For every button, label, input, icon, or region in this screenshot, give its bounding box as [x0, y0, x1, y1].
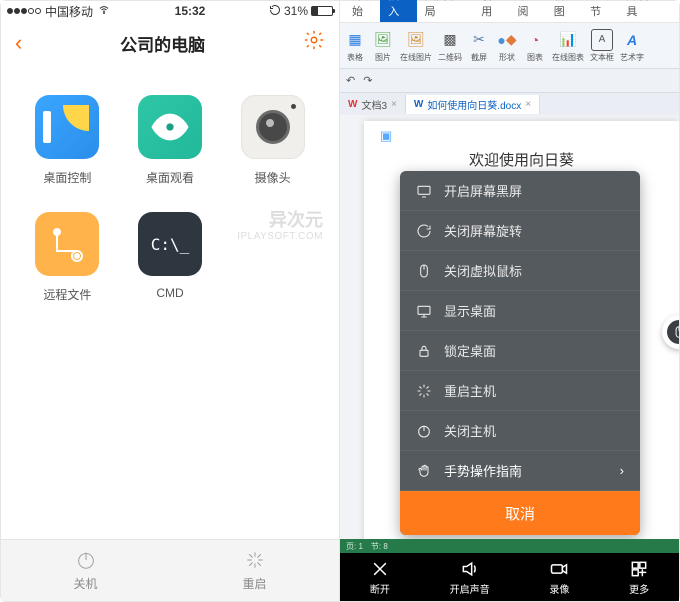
loading-icon [416, 383, 432, 399]
desktop-control-icon [35, 95, 99, 159]
menu-rotation[interactable]: 关闭屏幕旋转 [400, 211, 640, 251]
tile-camera[interactable]: 摄像头 [226, 95, 319, 186]
document-area: ▣ 欢迎使用向日葵 开启屏幕黑屏 关闭屏幕旋转 关闭虚拟鼠标 显示桌面 锁定桌面… [340, 115, 679, 539]
mouse-icon [416, 263, 432, 279]
back-button[interactable]: ‹ [15, 30, 22, 56]
quick-access-bar: ↶ ↷ [340, 69, 679, 93]
ribbon-shapes[interactable]: ●◆形状 [496, 29, 518, 63]
anchor-icon: ▣ [380, 128, 392, 143]
cmd-icon: C:\_ [138, 212, 202, 276]
word-icon: W [414, 99, 423, 110]
hand-icon [416, 463, 432, 479]
tile-remote-files[interactable]: 远程文件 [21, 212, 114, 303]
menu-lock-desktop[interactable]: 锁定桌面 [400, 331, 640, 371]
carrier-label: 中国移动 [45, 3, 93, 20]
close-icon[interactable]: × [391, 99, 397, 110]
remote-toolbar: 断开 开启声音 录像 更多 [340, 553, 679, 601]
menu-show-desktop[interactable]: 显示桌面 [400, 291, 640, 331]
ribbon-body: ▦表格 🖼图片 🖼在线图片 ▩二维码 ✂截屏 ●◆形状 ◔图表 📊在线图表 A文… [340, 23, 679, 69]
ribbon-table[interactable]: ▦表格 [344, 29, 366, 63]
ribbon-tabs: 开始 插入 页面布局 引用 审阅 视图 章节 开发工具 [340, 1, 679, 23]
remote-files-icon [35, 212, 99, 276]
rotate-icon [416, 223, 432, 239]
menu-gesture-guide[interactable]: 手势操作指南› [400, 451, 640, 491]
toolbar-audio[interactable]: 开启声音 [450, 559, 490, 596]
menu-cancel-button[interactable]: 取消 [400, 491, 640, 535]
tile-desktop-control[interactable]: 桌面控制 [21, 95, 114, 186]
ribbon-online-chart[interactable]: 📊在线图表 [552, 29, 584, 63]
battery-icon [311, 6, 333, 16]
desktop-icon [416, 303, 432, 319]
ribbon-chart[interactable]: ◔图表 [524, 29, 546, 63]
video-icon [549, 559, 569, 579]
power-icon [75, 549, 97, 571]
shutdown-tab[interactable]: 关机 [1, 540, 170, 601]
mouse-icon [672, 325, 679, 339]
power-icon [416, 423, 432, 439]
bottom-tab-bar: 关机 重启 [1, 539, 339, 601]
status-bar: 中国移动 15:32 31% [1, 1, 339, 21]
toolbar-more[interactable]: 更多 [629, 559, 649, 596]
remote-desktop-view: 开始 插入 页面布局 引用 审阅 视图 章节 开发工具 ▦表格 🖼图片 🖼在线图… [340, 1, 679, 601]
remote-status-strip: 页: 1 节: 8 [340, 539, 679, 553]
menu-black-screen[interactable]: 开启屏幕黑屏 [400, 171, 640, 211]
ribbon-tab-review[interactable]: 审阅 [509, 0, 545, 22]
camera-icon [241, 95, 305, 159]
refresh-indicator-icon [269, 4, 281, 19]
redo-icon[interactable]: ↷ [363, 74, 372, 87]
document-tabs: W文档3× W如何使用向日葵.docx× [340, 93, 679, 115]
undo-icon[interactable]: ↶ [346, 74, 355, 87]
ribbon-tab-view[interactable]: 视图 [546, 0, 582, 22]
close-icon[interactable]: × [525, 99, 531, 110]
ribbon-tab-chapter[interactable]: 章节 [582, 0, 618, 22]
chevron-right-icon: › [620, 463, 624, 478]
wifi-icon [97, 4, 111, 19]
phone-app-screen: 中国移动 15:32 31% ‹ 公司的电脑 桌面控制 [1, 1, 340, 601]
features-grid: 桌面控制 桌面观看 摄像头 远程文件 C:\_ CMD [1, 65, 339, 333]
wps-icon: W [348, 99, 357, 110]
toolbar-disconnect[interactable]: 断开 [370, 559, 390, 596]
document-heading: 欢迎使用向日葵 [380, 149, 663, 170]
tile-desktop-view[interactable]: 桌面观看 [124, 95, 217, 186]
restart-icon [244, 549, 266, 571]
doc-tab-2[interactable]: W如何使用向日葵.docx× [406, 95, 540, 114]
menu-restart-host[interactable]: 重启主机 [400, 371, 640, 411]
ribbon-tab-insert[interactable]: 插入 [380, 0, 416, 22]
toolbar-record[interactable]: 录像 [549, 559, 569, 596]
ribbon-wordart[interactable]: A艺术字 [620, 29, 644, 63]
ribbon-tab-layout[interactable]: 页面布局 [417, 0, 474, 22]
doc-tab-1[interactable]: W文档3× [340, 95, 406, 114]
title-bar: ‹ 公司的电脑 [1, 21, 339, 65]
ribbon-qrcode[interactable]: ▩二维码 [438, 29, 462, 63]
eye-icon [138, 95, 202, 159]
menu-virtual-mouse[interactable]: 关闭虚拟鼠标 [400, 251, 640, 291]
signal-strength-icon [7, 8, 41, 14]
ribbon-tab-ref[interactable]: 引用 [473, 0, 509, 22]
ribbon-image[interactable]: 🖼图片 [372, 29, 394, 63]
settings-button[interactable] [303, 29, 325, 57]
restart-tab[interactable]: 重启 [170, 540, 339, 601]
ribbon-screenshot[interactable]: ✂截屏 [468, 29, 490, 63]
page-title: 公司的电脑 [22, 31, 303, 56]
menu-shutdown-host[interactable]: 关闭主机 [400, 411, 640, 451]
clock: 15:32 [111, 4, 269, 18]
more-icon [629, 559, 649, 579]
lock-icon [416, 343, 432, 359]
x-icon [370, 559, 390, 579]
speaker-icon [460, 559, 480, 579]
ribbon-tab-dev[interactable]: 开发工具 [618, 0, 675, 22]
monitor-icon [416, 183, 432, 199]
battery-percent: 31% [284, 4, 308, 18]
ribbon-textbox[interactable]: A文本框 [590, 29, 614, 63]
ribbon-tab-start[interactable]: 开始 [344, 0, 380, 22]
ribbon-online-image[interactable]: 🖼在线图片 [400, 29, 432, 63]
control-menu: 开启屏幕黑屏 关闭屏幕旋转 关闭虚拟鼠标 显示桌面 锁定桌面 重启主机 关闭主机… [400, 171, 640, 535]
tile-cmd[interactable]: C:\_ CMD [124, 212, 217, 303]
